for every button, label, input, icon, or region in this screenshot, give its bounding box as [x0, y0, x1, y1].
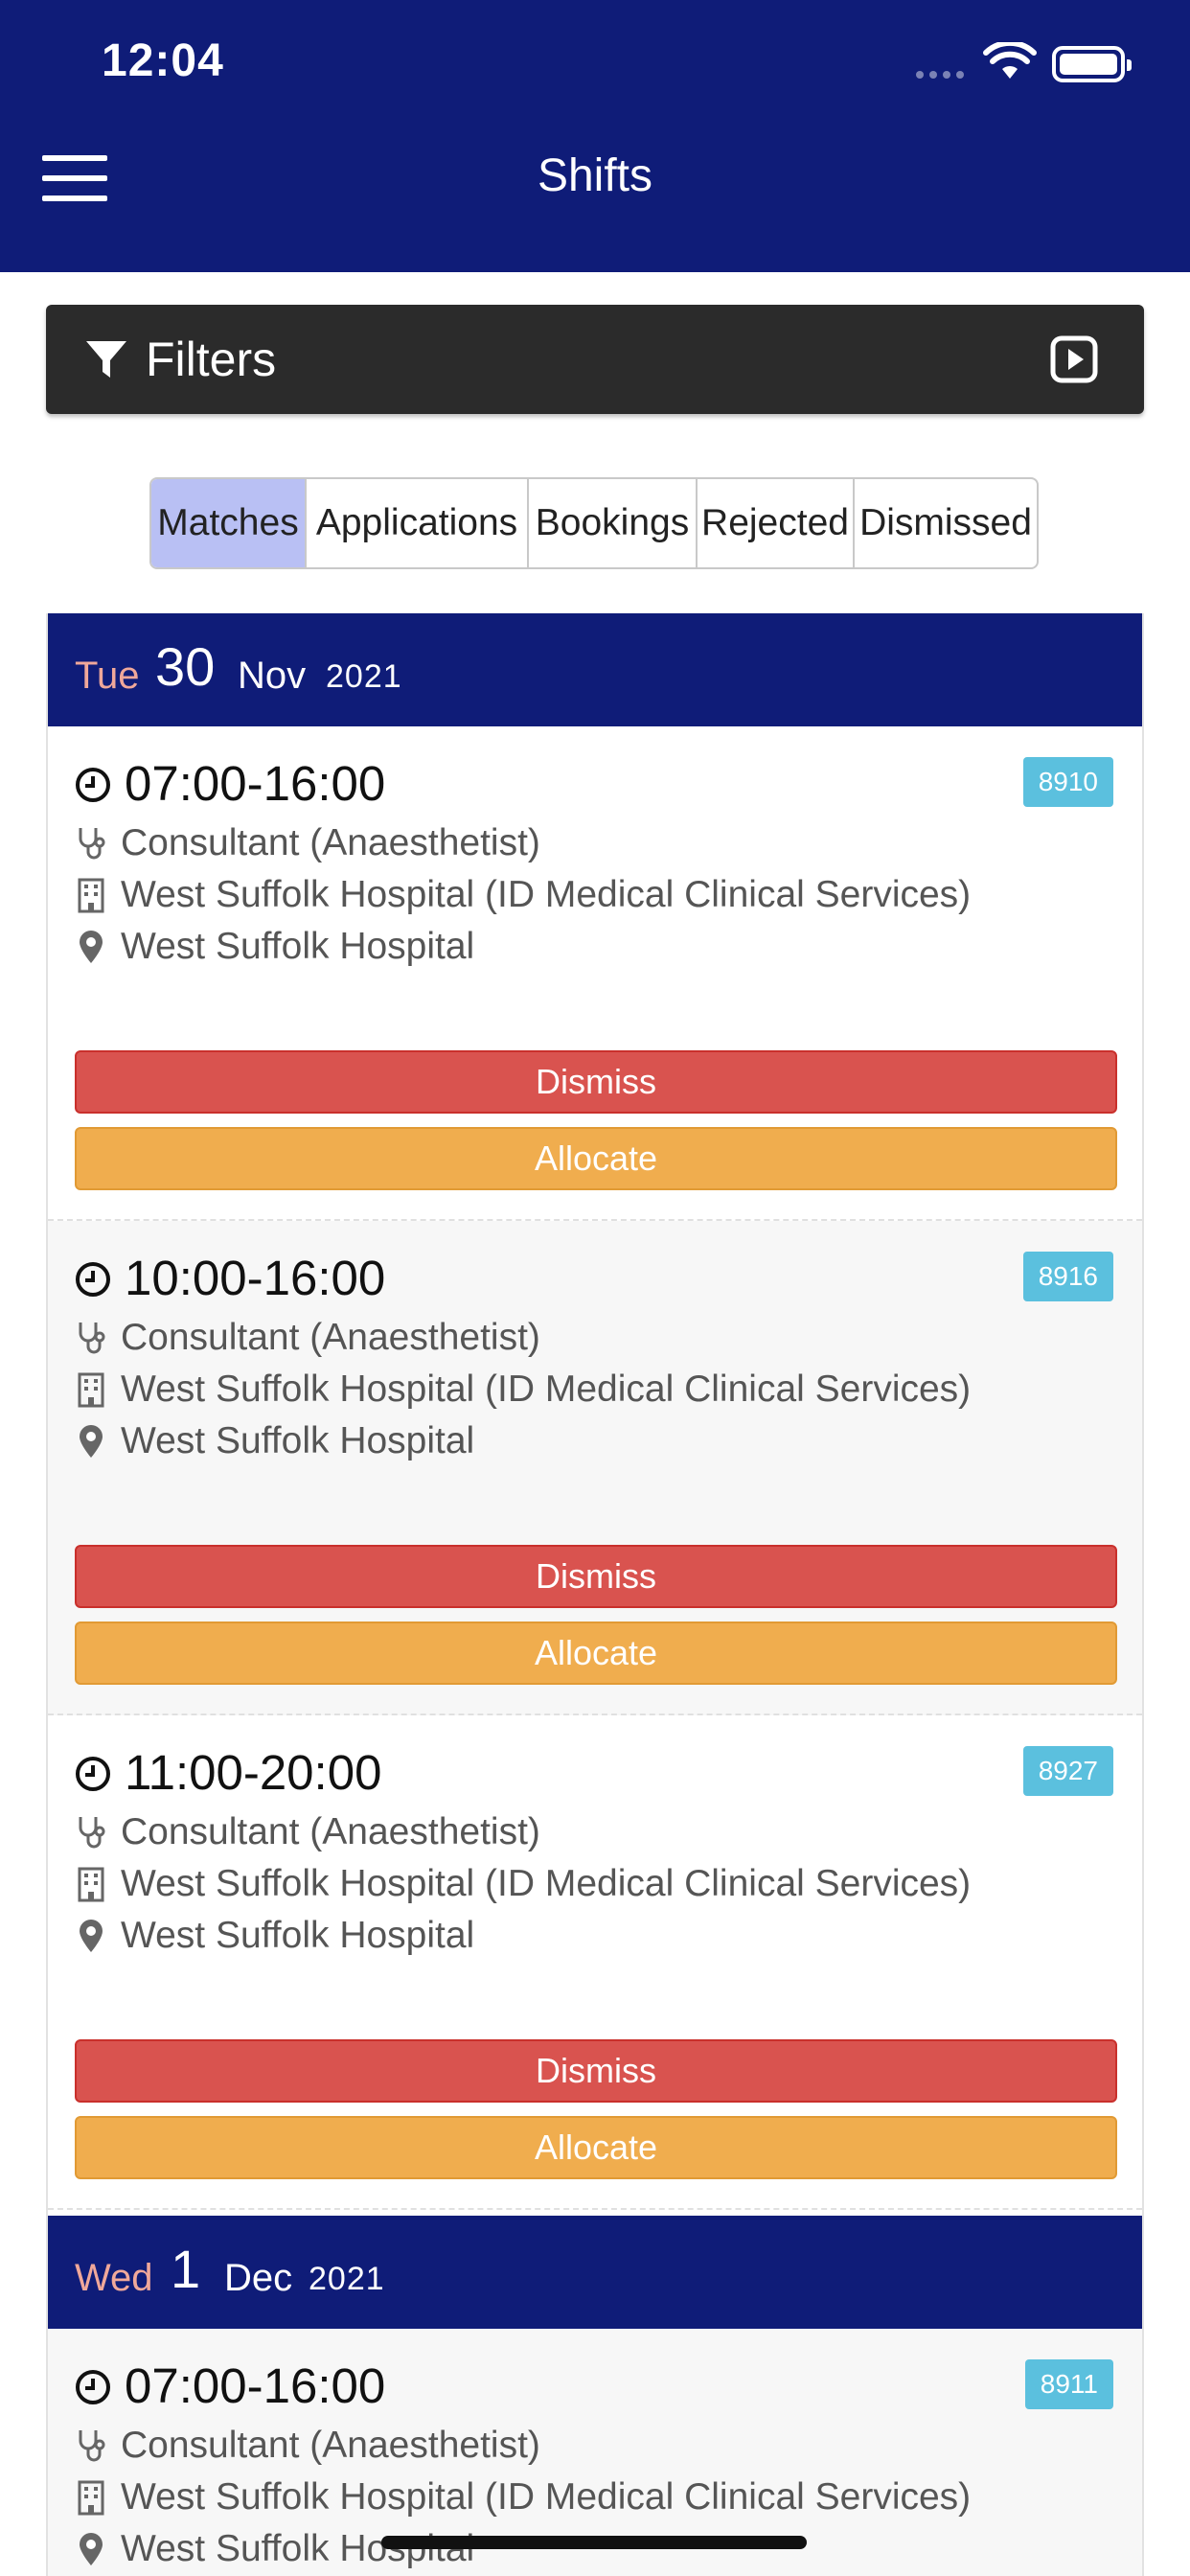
date-weekday: Tue: [75, 655, 140, 697]
shift-role: Consultant (Anaesthetist): [121, 1811, 540, 1852]
map-pin-icon: [80, 1425, 103, 1458]
shift-organisation: West Suffolk Hospital (ID Medical Clinic…: [121, 1863, 972, 1904]
wifi-icon: [983, 42, 1037, 79]
shift-organisation: West Suffolk Hospital (ID Medical Clinic…: [121, 874, 972, 915]
shift-role-row: Consultant (Anaesthetist): [75, 1811, 540, 1853]
stethoscope-icon: [79, 1322, 105, 1354]
clock-icon: [76, 1262, 110, 1297]
filters-label: Filters: [146, 333, 277, 386]
building-icon: [78, 2480, 104, 2516]
date-day: 1: [171, 2239, 201, 2299]
tab-applications[interactable]: Applications: [307, 479, 529, 567]
shift-org-row: West Suffolk Hospital (ID Medical Clinic…: [75, 874, 971, 916]
tab-matches[interactable]: Matches: [151, 479, 307, 567]
expand-play-icon[interactable]: [1050, 335, 1098, 383]
shift-id-badge: 8911: [1024, 2359, 1113, 2409]
stethoscope-icon: [79, 1817, 105, 1849]
shift-role-row: Consultant (Anaesthetist): [75, 1317, 540, 1359]
date-weekday: Wed: [75, 2257, 153, 2299]
date-header: Tue 30 Nov 2021: [48, 613, 1142, 726]
date-month: Nov: [238, 655, 307, 697]
shift-role: Consultant (Anaesthetist): [121, 822, 540, 863]
filter-icon: [86, 341, 126, 378]
stethoscope-icon: [79, 2430, 105, 2462]
shift-time: 11:00-20:00: [125, 1745, 382, 1800]
allocate-button[interactable]: Allocate: [75, 1127, 1117, 1190]
shift-location-row: West Suffolk Hospital: [75, 1420, 474, 1462]
shift-id-badge: 8916: [1022, 1252, 1113, 1301]
shift-status-tabs: Matches Applications Bookings Rejected D…: [149, 477, 1039, 569]
allocate-button[interactable]: Allocate: [75, 1622, 1117, 1685]
shift-organisation: West Suffolk Hospital (ID Medical Clinic…: [121, 1368, 972, 1410]
building-icon: [78, 878, 104, 913]
date-year: 2021: [309, 2261, 385, 2297]
shift-card: 07:00-16:00 8910 Consultant (Anaesthetis…: [48, 726, 1142, 1221]
shift-location: West Suffolk Hospital: [121, 1420, 475, 1461]
date-header: Wed 1 Dec 2021: [48, 2216, 1142, 2329]
clock-icon: [76, 768, 110, 802]
map-pin-icon: [80, 2533, 103, 2565]
shift-role: Consultant (Anaesthetist): [121, 2425, 540, 2466]
filters-toggle[interactable]: Filters: [46, 305, 1144, 414]
shift-list: Tue 30 Nov 2021 07:00-16:00 8910 Consult…: [46, 613, 1144, 2576]
status-time: 12:04: [102, 35, 224, 86]
shift-id-badge: 8927: [1022, 1746, 1113, 1796]
tab-dismissed[interactable]: Dismissed: [855, 479, 1037, 567]
clock-icon: [76, 1757, 110, 1791]
building-icon: [78, 1372, 104, 1408]
building-icon: [78, 1867, 104, 1902]
shift-org-row: West Suffolk Hospital (ID Medical Clinic…: [75, 1368, 971, 1411]
shift-organisation: West Suffolk Hospital (ID Medical Clinic…: [121, 2476, 972, 2518]
allocate-button[interactable]: Allocate: [75, 2116, 1117, 2179]
shift-location: West Suffolk Hospital: [121, 926, 475, 967]
tab-rejected[interactable]: Rejected: [698, 479, 855, 567]
shift-location-row: West Suffolk Hospital: [75, 926, 474, 968]
shift-time: 07:00-16:00: [125, 2358, 386, 2413]
dismiss-button[interactable]: Dismiss: [75, 2039, 1117, 2103]
home-indicator[interactable]: [381, 2536, 807, 2549]
shift-location: West Suffolk Hospital: [121, 1915, 475, 1956]
shift-location: West Suffolk Hospital: [121, 2528, 475, 2569]
shift-role: Consultant (Anaesthetist): [121, 1317, 540, 1358]
date-month: Dec: [224, 2257, 293, 2299]
date-year: 2021: [326, 658, 402, 695]
shift-role-row: Consultant (Anaesthetist): [75, 822, 540, 864]
page-title: Shifts: [537, 150, 653, 201]
stethoscope-icon: [79, 828, 105, 860]
dismiss-button[interactable]: Dismiss: [75, 1545, 1117, 1608]
shift-location-row: West Suffolk Hospital: [75, 2528, 474, 2570]
dismiss-button[interactable]: Dismiss: [75, 1050, 1117, 1114]
tab-bookings[interactable]: Bookings: [529, 479, 698, 567]
shift-id-badge: 8910: [1022, 757, 1113, 807]
clock-icon: [76, 2370, 110, 2404]
cellular-signal-icon: [916, 71, 964, 79]
shift-card: 11:00-20:00 8927 Consultant (Anaesthetis…: [48, 1715, 1142, 2210]
date-day: 30: [155, 636, 216, 697]
shift-location-row: West Suffolk Hospital: [75, 1915, 474, 1957]
shift-org-row: West Suffolk Hospital (ID Medical Clinic…: [75, 1863, 971, 1905]
map-pin-icon: [80, 931, 103, 963]
shift-card: 10:00-16:00 8916 Consultant (Anaesthetis…: [48, 1221, 1142, 1715]
map-pin-icon: [80, 1920, 103, 1952]
shift-time: 10:00-16:00: [125, 1251, 386, 1305]
shift-time: 07:00-16:00: [125, 756, 386, 811]
shift-role-row: Consultant (Anaesthetist): [75, 2425, 540, 2467]
app-header: 12:04 Shifts: [0, 0, 1190, 272]
shift-org-row: West Suffolk Hospital (ID Medical Clinic…: [75, 2476, 971, 2518]
battery-icon: [1052, 46, 1132, 82]
